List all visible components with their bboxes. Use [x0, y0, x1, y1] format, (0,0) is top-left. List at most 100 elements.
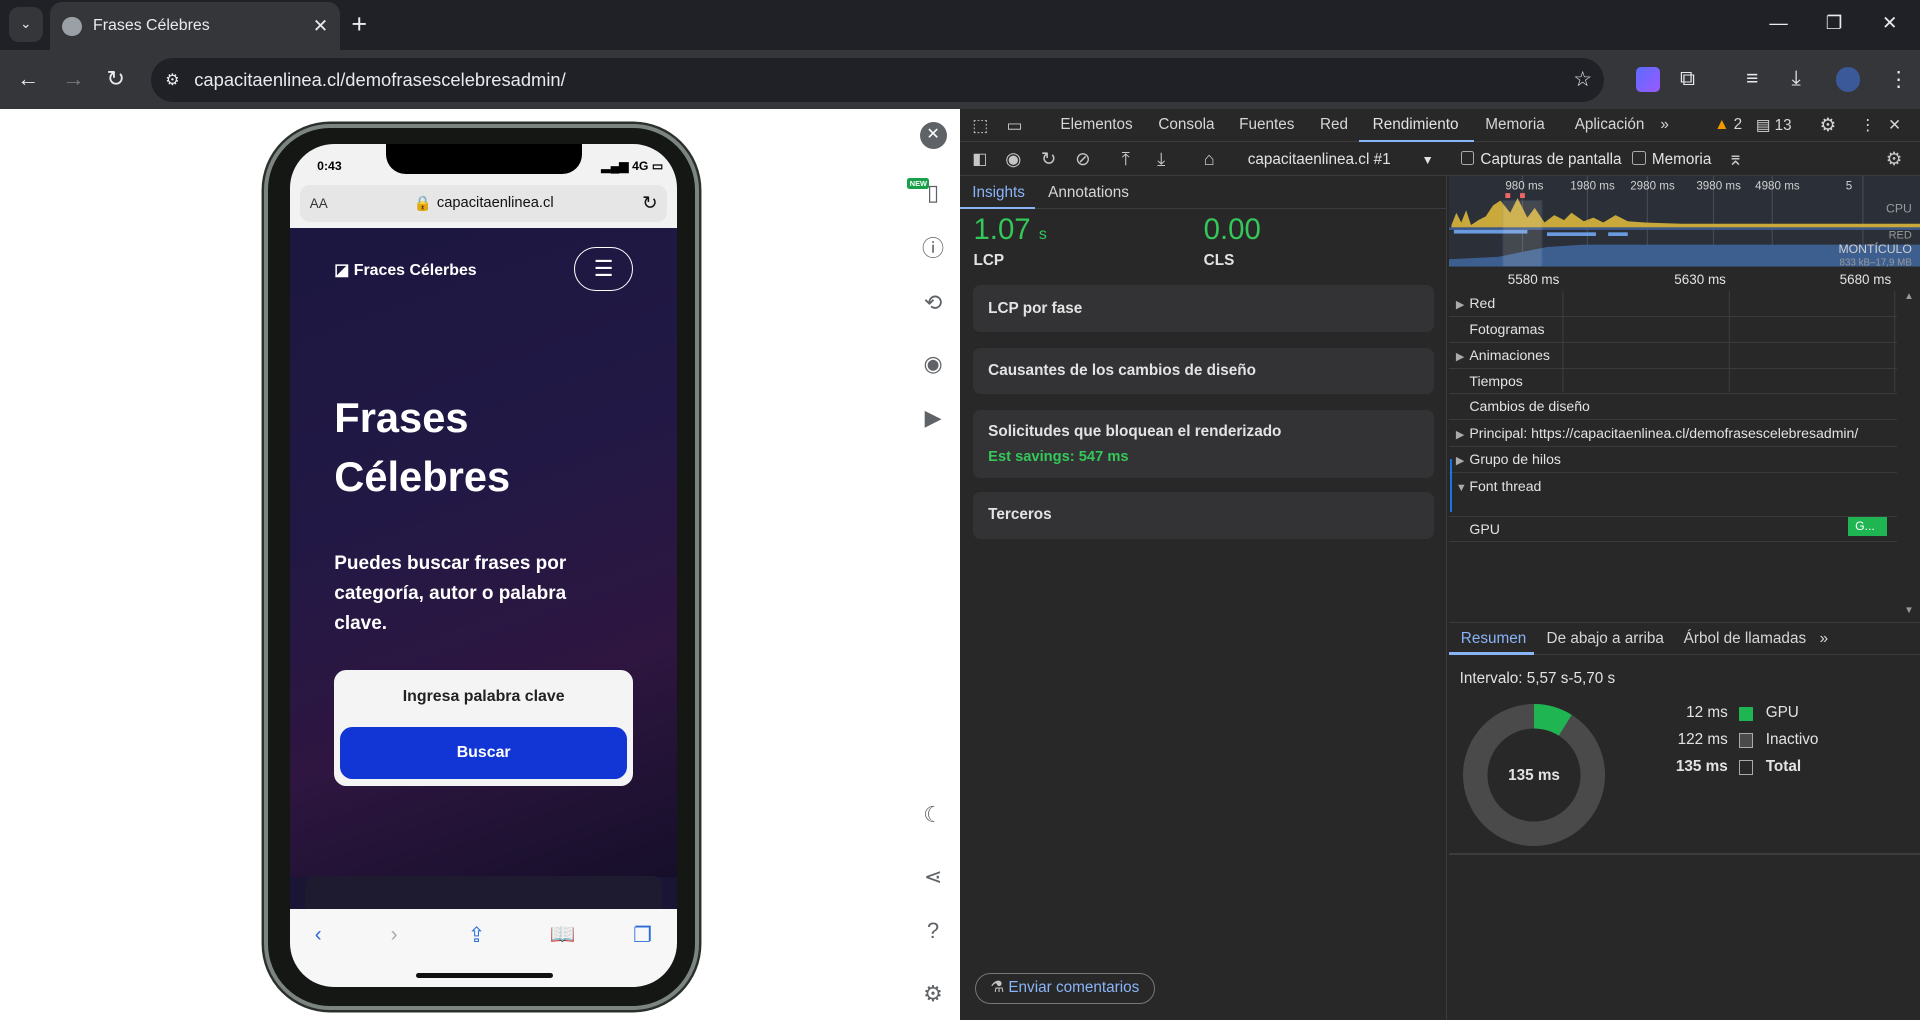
gc-icon[interactable]: ⌆ [1728, 148, 1743, 170]
globe-icon [62, 16, 83, 37]
extension-icon[interactable] [1635, 67, 1661, 92]
overview-tick: 980 ms [1505, 180, 1543, 193]
memory-checkbox[interactable]: Memoria [1632, 151, 1711, 169]
restore-icon[interactable]: ❐ [1826, 12, 1842, 34]
track-row[interactable]: ▶ Grupo de hilos [1448, 447, 1897, 475]
browser-tab[interactable]: Frases Célebres ✕ [50, 2, 341, 51]
legend-swatch [1738, 760, 1754, 776]
device-toggle-icon[interactable]: ▭ [1007, 115, 1023, 136]
recording-select[interactable]: capacitaenlinea.cl #1 ▼ [1248, 151, 1434, 169]
download-profile-icon[interactable]: ⤓ [1157, 148, 1165, 170]
expand-icon[interactable]: ▶ [1456, 449, 1469, 475]
home-icon[interactable]: ⌂ [1204, 148, 1215, 170]
text-size-button[interactable]: AA [310, 196, 328, 211]
tab-insights[interactable]: Insights [972, 184, 1025, 202]
expand-icon[interactable]: ▶ [1456, 345, 1469, 371]
video-icon[interactable]: ▶ [920, 405, 947, 432]
track-row[interactable]: Tiempos [1448, 369, 1897, 395]
kebab-icon[interactable]: ⋮ [1860, 116, 1875, 135]
track-row[interactable]: ▶ Animaciones [1448, 343, 1897, 371]
reload-record-icon[interactable]: ↻ [1041, 148, 1056, 170]
profile-avatar[interactable] [1835, 67, 1860, 92]
help-icon[interactable]: ? [920, 918, 947, 945]
expand-icon[interactable]: ▼ [1456, 476, 1469, 502]
tab-annotations[interactable]: Annotations [1048, 184, 1129, 202]
share-icon[interactable]: ⇪ [468, 923, 485, 948]
capture-settings-icon[interactable]: ⚙ [1886, 148, 1902, 170]
media-icon[interactable]: ≡ [1746, 67, 1758, 91]
info-icon[interactable]: ⓘ [920, 236, 947, 263]
minimize-icon[interactable]: — [1769, 12, 1787, 34]
tab-call-tree[interactable]: Árbol de llamadas [1684, 630, 1806, 648]
sidebar-toggle-icon[interactable]: ◧ [972, 149, 987, 169]
more-details-icon[interactable]: » [1820, 630, 1829, 648]
tab-resumen[interactable]: Resumen [1461, 630, 1526, 648]
download-icon[interactable]: ⤓ [1791, 67, 1800, 91]
search-input[interactable]: Ingresa palabra clave [334, 688, 633, 706]
camera-icon[interactable]: ◉ [920, 351, 947, 378]
insight-card[interactable]: Solicitudes que bloquean el renderizado E… [973, 410, 1434, 478]
brand-logo[interactable]: ◪ Fraces Célerbes [334, 260, 476, 280]
close-window-icon[interactable]: ✕ [1882, 12, 1897, 34]
gpu-block[interactable]: G... [1847, 516, 1887, 537]
clear-icon[interactable]: ⊘ [1075, 148, 1090, 170]
settings-icon[interactable]: ⚙ [1820, 114, 1836, 136]
insight-card[interactable]: Causantes de los cambios de diseño [973, 347, 1434, 395]
legend-label: Total [1765, 757, 1802, 775]
new-tab-button[interactable]: + [351, 9, 367, 41]
tab-memoria[interactable]: Memoria [1485, 116, 1545, 134]
tab-fuentes[interactable]: Fuentes [1239, 116, 1294, 134]
record-icon[interactable]: ◉ [1005, 148, 1021, 170]
address-bar[interactable]: ⚙ capacitaenlinea.cl/demofrasescelebresa… [150, 57, 1605, 102]
track-row[interactable]: ▶ Red [1448, 291, 1897, 319]
insight-card[interactable]: Terceros [973, 492, 1434, 539]
feedback-button[interactable]: ⚗ Enviar comentarios [974, 973, 1155, 1005]
upload-icon[interactable]: ⤒ [1122, 148, 1130, 170]
site-info-icon[interactable]: ⚙ [165, 70, 179, 90]
hamburger-menu-button[interactable]: ☰ [574, 247, 634, 292]
insight-card[interactable]: LCP por fase [973, 285, 1434, 332]
tab-aplicacion[interactable]: Aplicación [1575, 116, 1645, 134]
tab-consola[interactable]: Consola [1158, 116, 1214, 134]
reload-icon[interactable]: ↻ [107, 66, 125, 92]
bookmarks-icon[interactable]: 📖 [550, 923, 576, 947]
forward-icon[interactable]: → [62, 66, 84, 92]
share-emulator-icon[interactable]: ⋖ [920, 864, 947, 891]
warning-icon[interactable]: ▲ 2 [1714, 116, 1742, 134]
menu-icon[interactable]: ⋮ [1888, 67, 1909, 92]
phone-url-bar[interactable]: AA 🔒 capacitaenlinea.cl ↻ [299, 184, 668, 222]
close-tab-icon[interactable]: ✕ [313, 15, 328, 37]
tabs-icon[interactable]: ❐ [633, 923, 652, 948]
close-emulator-icon[interactable]: ✕ [919, 122, 947, 150]
phone-reload-icon[interactable]: ↻ [642, 192, 657, 214]
tab-bottom-up[interactable]: De abajo a arriba [1547, 630, 1664, 648]
timeline-scrollbar[interactable]: ▲ ▼ [1901, 291, 1920, 620]
track-row[interactable]: GPU [1448, 517, 1897, 543]
rotate-icon[interactable]: ⟲ [920, 290, 947, 317]
tab-elementos[interactable]: Elementos [1060, 116, 1132, 134]
messages-icon[interactable]: ▤ 13 [1756, 116, 1792, 135]
safari-back-icon[interactable]: ‹ [315, 923, 322, 947]
tab-search-button[interactable]: ⌄ [8, 7, 43, 42]
expand-icon[interactable]: ▶ [1456, 293, 1469, 319]
tab-rendimiento[interactable]: Rendimiento [1373, 116, 1459, 134]
settings-emulator-icon[interactable]: ⚙ [920, 981, 947, 1008]
expand-icon[interactable]: ▶ [1456, 423, 1469, 449]
track-row[interactable]: ▶ Principal: https://capacitaenlinea.cl/d… [1448, 421, 1897, 449]
track-row[interactable]: ▼ Font thread [1448, 474, 1897, 517]
details-tabs: Resumen De abajo a arriba Árbol de llama… [1448, 622, 1920, 656]
inspect-icon[interactable]: ⬚ [972, 115, 988, 136]
back-icon[interactable]: ← [17, 66, 39, 92]
tab-red[interactable]: Red [1320, 116, 1348, 134]
dark-mode-icon[interactable]: ☾ [920, 802, 947, 829]
track-row[interactable]: Fotogramas [1448, 317, 1897, 343]
hero-title: Frases Célebres [334, 394, 511, 501]
bookmark-star-icon[interactable]: ☆ [1573, 67, 1592, 92]
screenshots-checkbox[interactable]: Capturas de pantalla [1460, 151, 1622, 169]
safari-forward-icon[interactable]: › [391, 923, 398, 947]
more-tabs-icon[interactable]: » [1660, 116, 1669, 134]
puzzle-icon[interactable]: ⧉ [1680, 67, 1695, 91]
close-devtools-icon[interactable]: ✕ [1888, 116, 1901, 135]
search-button[interactable]: Buscar [340, 727, 627, 779]
track-row[interactable]: Cambios de diseño [1448, 394, 1897, 420]
